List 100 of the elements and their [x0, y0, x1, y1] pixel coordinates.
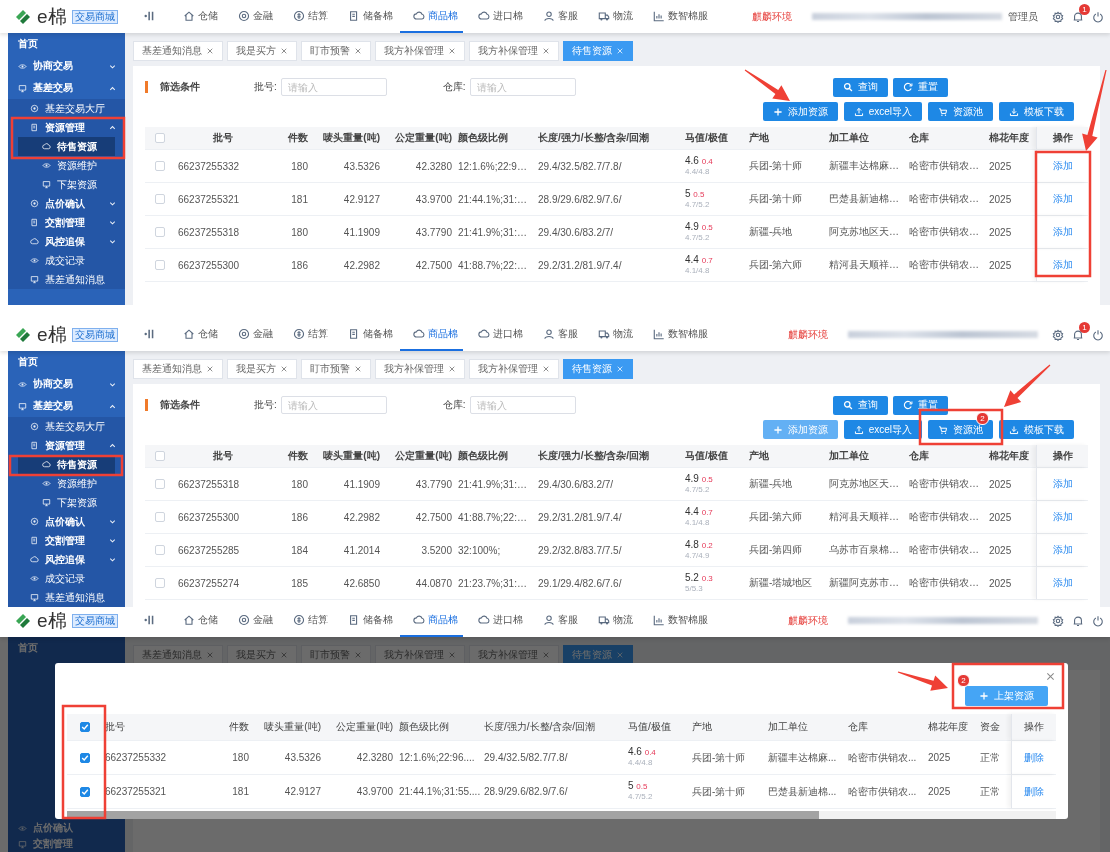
input-field[interactable]: 请输入 [469, 396, 576, 414]
checkbox[interactable] [79, 786, 90, 797]
menu-group[interactable]: 交割管理 [8, 531, 125, 550]
close-icon[interactable] [280, 47, 288, 55]
menu-group[interactable]: 基差交易 [8, 395, 125, 417]
action-link[interactable]: 添加 [1052, 225, 1073, 239]
nav-item[interactable]: 数智棉服 [640, 0, 713, 33]
checkbox[interactable] [79, 722, 90, 732]
nav-item[interactable]: 物流 [585, 612, 638, 637]
action-link[interactable]: 删除 [1024, 784, 1044, 799]
power-icon[interactable] [1092, 614, 1104, 627]
close-icon[interactable] [280, 651, 288, 659]
import-button[interactable]: excel导入 [843, 102, 922, 121]
input-field[interactable]: 请输入 [280, 78, 387, 96]
close-icon[interactable] [542, 651, 550, 659]
settings-icon[interactable] [1052, 10, 1064, 23]
tab[interactable]: 盯市预警 [301, 359, 371, 379]
tab[interactable]: 我是买方 [227, 41, 297, 61]
close-icon[interactable] [280, 365, 288, 373]
cart-button[interactable]: 资源池 [928, 102, 993, 121]
nav-item[interactable]: 仓储 [170, 612, 223, 637]
search-button[interactable]: 查询 [833, 77, 888, 97]
close-icon[interactable] [448, 651, 456, 659]
download-button[interactable]: 模板下载 [999, 420, 1074, 439]
action-link[interactable]: 添加 [1052, 477, 1073, 491]
menu-item[interactable]: 待售资源 [18, 137, 115, 156]
nav-item[interactable]: 仓储 [170, 318, 223, 351]
close-icon[interactable] [1045, 671, 1056, 682]
close-icon[interactable] [354, 651, 362, 659]
nav-item[interactable]: 客服 [530, 612, 583, 637]
action-link[interactable]: 添加 [1052, 258, 1073, 272]
nav-item[interactable]: 客服 [530, 318, 583, 351]
menu-group[interactable]: 协商交易 [8, 373, 125, 395]
nav-item[interactable]: 进口棉 [465, 0, 528, 33]
collapse-icon[interactable] [144, 9, 156, 22]
close-icon[interactable] [206, 47, 214, 55]
tab[interactable]: 基差通知消息 [133, 359, 223, 379]
action-link[interactable]: 添加 [1052, 576, 1073, 590]
tab[interactable]: 盯市预警 [301, 41, 371, 61]
download-button[interactable]: 模板下载 [999, 102, 1074, 121]
nav-item[interactable]: 结算 [280, 0, 333, 33]
settings-icon[interactable] [1052, 614, 1064, 627]
nav-item[interactable]: 储备棉 [335, 0, 398, 33]
tab[interactable]: 我方补保管理 [469, 41, 559, 61]
nav-item[interactable]: 金融 [225, 318, 278, 351]
nav-item[interactable]: 数智棉服 [640, 612, 713, 637]
close-icon[interactable] [542, 47, 550, 55]
action-link[interactable]: 添加 [1052, 159, 1073, 173]
nav-item[interactable]: 金融 [225, 612, 278, 637]
power-icon[interactable] [1092, 328, 1104, 341]
nav-item[interactable]: 储备棉 [335, 612, 398, 637]
menu-item[interactable]: 成交记录 [8, 251, 125, 270]
nav-item[interactable]: 进口棉 [465, 612, 528, 637]
cart-button[interactable]: 资源池 [928, 420, 993, 439]
menu-item[interactable]: 基差交易大厅 [8, 417, 125, 436]
action-link[interactable]: 删除 [1024, 750, 1044, 765]
bell-icon[interactable] [1072, 10, 1084, 23]
home-menu-item[interactable]: 首页 [8, 33, 125, 55]
menu-group[interactable]: 协商交易 [8, 55, 125, 77]
add-button[interactable]: 添加资源 [762, 102, 838, 121]
menu-item[interactable]: 下架资源 [8, 175, 125, 194]
reset-button[interactable]: 重置 [893, 77, 948, 97]
menu-group[interactable]: 交割管理 [8, 213, 125, 232]
menu-group[interactable]: 点价确认 [8, 512, 125, 531]
close-icon[interactable] [542, 365, 550, 373]
import-button[interactable]: excel导入 [843, 420, 922, 439]
action-link[interactable]: 添加 [1052, 543, 1073, 557]
nav-item[interactable]: 仓储 [170, 0, 223, 33]
menu-group[interactable]: 基差交易 [8, 77, 125, 99]
menu-item[interactable]: 基差交易大厅 [8, 99, 125, 118]
nav-item[interactable]: 结算 [280, 612, 333, 637]
home-menu-item[interactable]: 首页 [8, 351, 125, 373]
nav-item[interactable]: 储备棉 [335, 318, 398, 351]
tab[interactable]: 我方补保管理 [375, 359, 465, 379]
checkbox[interactable] [79, 752, 90, 763]
horizontal-scrollbar[interactable] [67, 811, 1056, 819]
close-icon[interactable] [448, 365, 456, 373]
close-icon[interactable] [354, 47, 362, 55]
nav-item[interactable]: 物流 [585, 318, 638, 351]
menu-item[interactable]: 基差通知消息 [8, 588, 125, 607]
collapse-icon[interactable] [144, 613, 156, 626]
close-icon[interactable] [206, 365, 214, 373]
menu-group[interactable]: 风控追保 [8, 232, 125, 251]
menu-item[interactable]: 资源维护 [8, 474, 125, 493]
bell-icon[interactable] [1072, 328, 1084, 341]
nav-item[interactable]: 结算 [280, 318, 333, 351]
tab[interactable]: 我方补保管理 [375, 41, 465, 61]
nav-item[interactable]: 数智棉服 [640, 318, 713, 351]
reset-button[interactable]: 重置 [893, 395, 948, 415]
input-field[interactable]: 请输入 [469, 78, 576, 96]
menu-group[interactable]: 点价确认 [8, 194, 125, 213]
settings-icon[interactable] [1052, 328, 1064, 341]
menu-group[interactable]: 风控追保 [8, 550, 125, 569]
bell-icon[interactable] [1072, 614, 1084, 627]
close-icon[interactable] [206, 651, 214, 659]
nav-item[interactable]: 金融 [225, 0, 278, 33]
action-link[interactable]: 添加 [1052, 192, 1073, 206]
menu-group[interactable]: 资源管理 [8, 436, 125, 455]
close-icon[interactable] [354, 365, 362, 373]
power-icon[interactable] [1092, 10, 1104, 23]
